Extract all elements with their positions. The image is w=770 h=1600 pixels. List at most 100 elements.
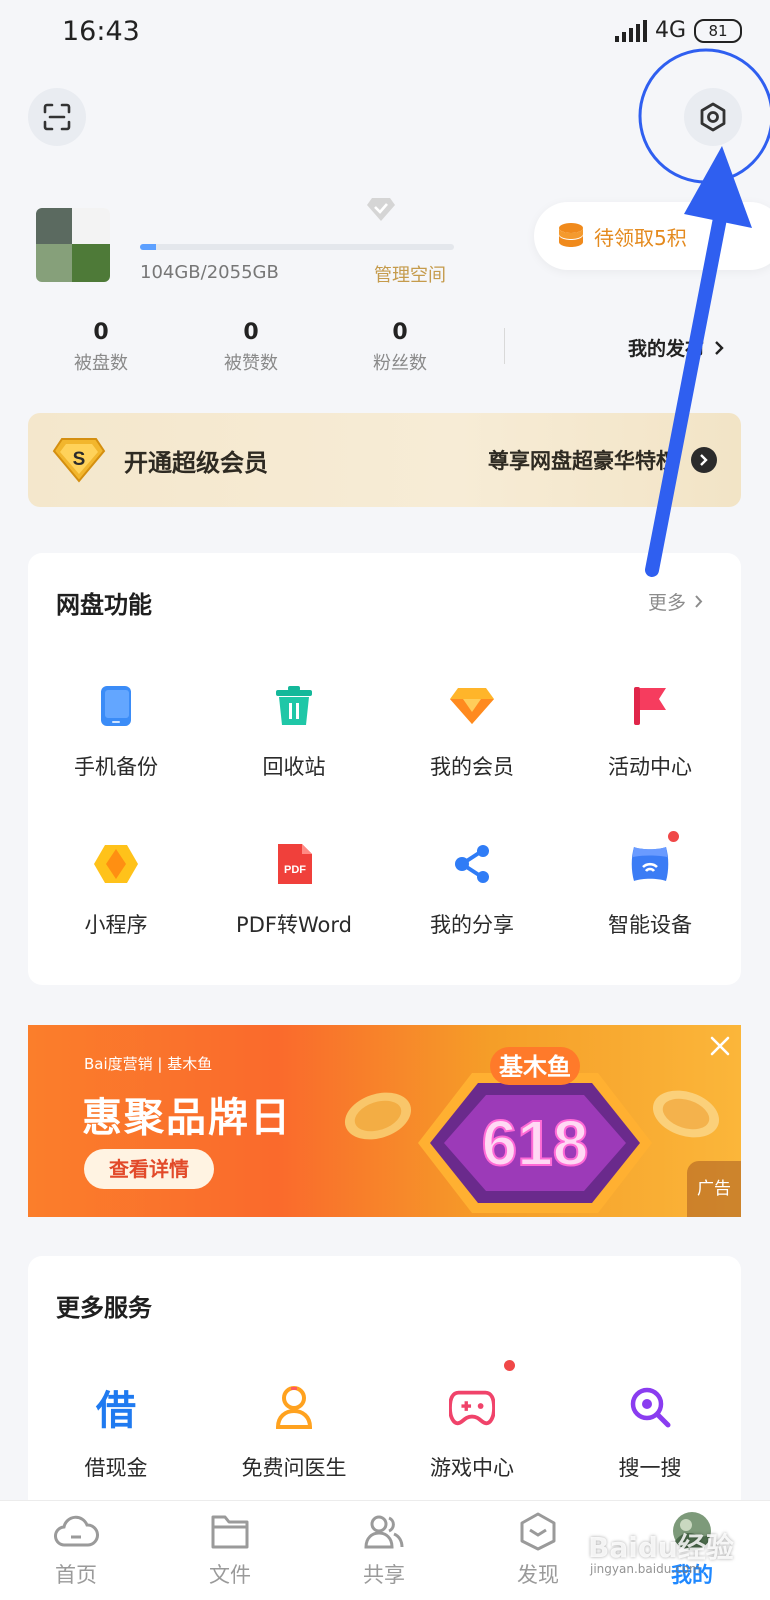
ad-brand: Bai度营销 | 基木鱼 (84, 1055, 213, 1073)
scan-button[interactable] (28, 88, 86, 146)
ad-label: 广告 (687, 1161, 741, 1217)
storage-text: 104GB/2055GB (140, 262, 279, 283)
doctor-icon (271, 1384, 317, 1430)
coin-icon (652, 1090, 720, 1138)
notification-dot (668, 831, 679, 842)
stat-value: 0 (392, 320, 408, 345)
avatar[interactable] (36, 208, 110, 282)
stats-divider (504, 328, 505, 364)
stat-label: 被赞数 (224, 353, 278, 374)
super-vip-banner[interactable]: S 开通超级会员 尊享网盘超豪华特权 (28, 413, 741, 507)
feature-label: 智能设备 (608, 913, 692, 937)
close-icon[interactable] (709, 1035, 731, 1057)
stat-likes[interactable]: 0 被赞数 (196, 320, 306, 375)
feature-label: 活动中心 (608, 755, 692, 779)
coin-icon (344, 1092, 412, 1140)
stat-bepan[interactable]: 0 被盘数 (46, 320, 156, 375)
tab-files[interactable]: 文件 (170, 1511, 290, 1589)
gamepad-icon (449, 1360, 515, 1430)
service-label: 借现金 (84, 1456, 148, 1480)
feature-mini-program[interactable]: 小程序 (28, 841, 204, 939)
features-more-link[interactable]: 更多 (648, 588, 703, 615)
manage-space-link[interactable]: 管理空间 (374, 261, 446, 287)
stat-label: 被盘数 (74, 353, 128, 374)
feature-pdf-to-word[interactable]: PDF PDF转Word (206, 841, 382, 939)
vip-subtitle: 尊享网盘超豪华特权 (488, 449, 677, 473)
svg-text:基木鱼: 基木鱼 (499, 1053, 571, 1081)
tab-label: 共享 (363, 1563, 405, 1587)
618-badge: 基木鱼 618 (418, 1047, 652, 1213)
service-doctor[interactable]: 免费问医生 (206, 1384, 382, 1482)
tab-discover[interactable]: 发现 (478, 1511, 598, 1589)
settings-button[interactable] (684, 88, 742, 146)
settings-icon (700, 102, 726, 132)
super-vip-badge-icon: S (52, 438, 106, 483)
points-label: 待领取5积 (594, 225, 687, 250)
stat-value: 0 (93, 320, 109, 345)
svg-text:618: 618 (482, 1107, 589, 1179)
tab-share[interactable]: 共享 (324, 1511, 444, 1589)
folder-icon (211, 1515, 249, 1549)
flag-icon (627, 683, 673, 729)
service-borrow-cash[interactable]: 借 借现金 (28, 1384, 204, 1482)
stat-fans[interactable]: 0 粉丝数 (345, 320, 455, 375)
feature-my-vip[interactable]: 我的会员 (384, 683, 560, 781)
service-label: 搜一搜 (618, 1456, 682, 1480)
discover-icon (520, 1512, 556, 1551)
more-label: 更多 (648, 592, 687, 614)
vip-diamond-icon (449, 683, 495, 729)
more-services-title: 更多服务 (56, 1294, 152, 1322)
recycle-bin-icon (271, 683, 317, 729)
share-icon (449, 841, 495, 887)
mini-program-icon (93, 841, 139, 887)
points-button[interactable]: 待领取5积 (534, 202, 770, 270)
service-search[interactable]: 搜一搜 (562, 1384, 738, 1482)
my-posts-link[interactable]: 我的发布 (628, 334, 724, 361)
feature-label: PDF转Word (236, 913, 352, 937)
storage-progress (140, 244, 454, 250)
chevron-right-icon (715, 340, 724, 355)
service-label: 免费问医生 (241, 1456, 347, 1480)
notification-dot (504, 1360, 515, 1371)
features-title: 网盘功能 (56, 591, 152, 619)
svg-text:S: S (73, 449, 86, 470)
ad-details-button[interactable]: 查看详情 (84, 1149, 214, 1189)
more-services-card: 更多服务 借 借现金 免费问医生 游戏中心 搜一搜 (28, 1256, 741, 1516)
feature-phone-backup[interactable]: 手机备份 (28, 683, 204, 781)
ad-banner[interactable]: Bai度营销 | 基木鱼 惠聚品牌日 查看详情 基木鱼 618 广告 (28, 1025, 741, 1217)
borrow-cash-icon: 借 (96, 1388, 136, 1434)
battery-indicator: 81 (694, 18, 742, 43)
feature-recycle-bin[interactable]: 回收站 (206, 683, 382, 781)
phone-backup-icon (93, 683, 139, 729)
stat-value: 0 (243, 320, 259, 345)
feature-label: 手机备份 (74, 755, 158, 779)
features-card: 网盘功能 更多 手机备份 回收站 我的会员 活动中心 小程序 PDF PDF转W… (28, 553, 741, 985)
search-icon (627, 1384, 673, 1430)
watermark-url: jingyan.baidu.com (590, 1562, 701, 1576)
vip-title: 开通超级会员 (124, 448, 268, 477)
cloud-icon (54, 1515, 99, 1547)
watermark: Baidu经验 (588, 1531, 734, 1564)
scan-icon (43, 103, 71, 131)
pdf-icon: PDF (271, 841, 317, 887)
feature-activity-center[interactable]: 活动中心 (562, 683, 738, 781)
tab-label: 文件 (209, 1563, 251, 1587)
ad-title: 惠聚品牌日 (82, 1095, 292, 1141)
network-type: 4G (654, 18, 686, 43)
feature-smart-device[interactable]: 智能设备 (562, 831, 738, 939)
feature-label: 回收站 (262, 755, 326, 779)
status-time: 16:43 (62, 16, 140, 47)
my-posts-label: 我的发布 (628, 338, 705, 360)
svg-text:PDF: PDF (284, 864, 306, 876)
feature-my-share[interactable]: 我的分享 (384, 841, 560, 939)
service-game-center[interactable]: 游戏中心 (384, 1360, 560, 1482)
signal-icon (614, 19, 647, 42)
stat-label: 粉丝数 (373, 353, 427, 374)
vip-level-icon (367, 198, 395, 221)
tab-home[interactable]: 首页 (16, 1511, 136, 1589)
chevron-right-icon (691, 447, 717, 473)
users-icon (364, 1515, 404, 1549)
tab-label: 首页 (55, 1563, 97, 1587)
coins-icon (559, 223, 583, 247)
chevron-right-icon (695, 595, 703, 608)
